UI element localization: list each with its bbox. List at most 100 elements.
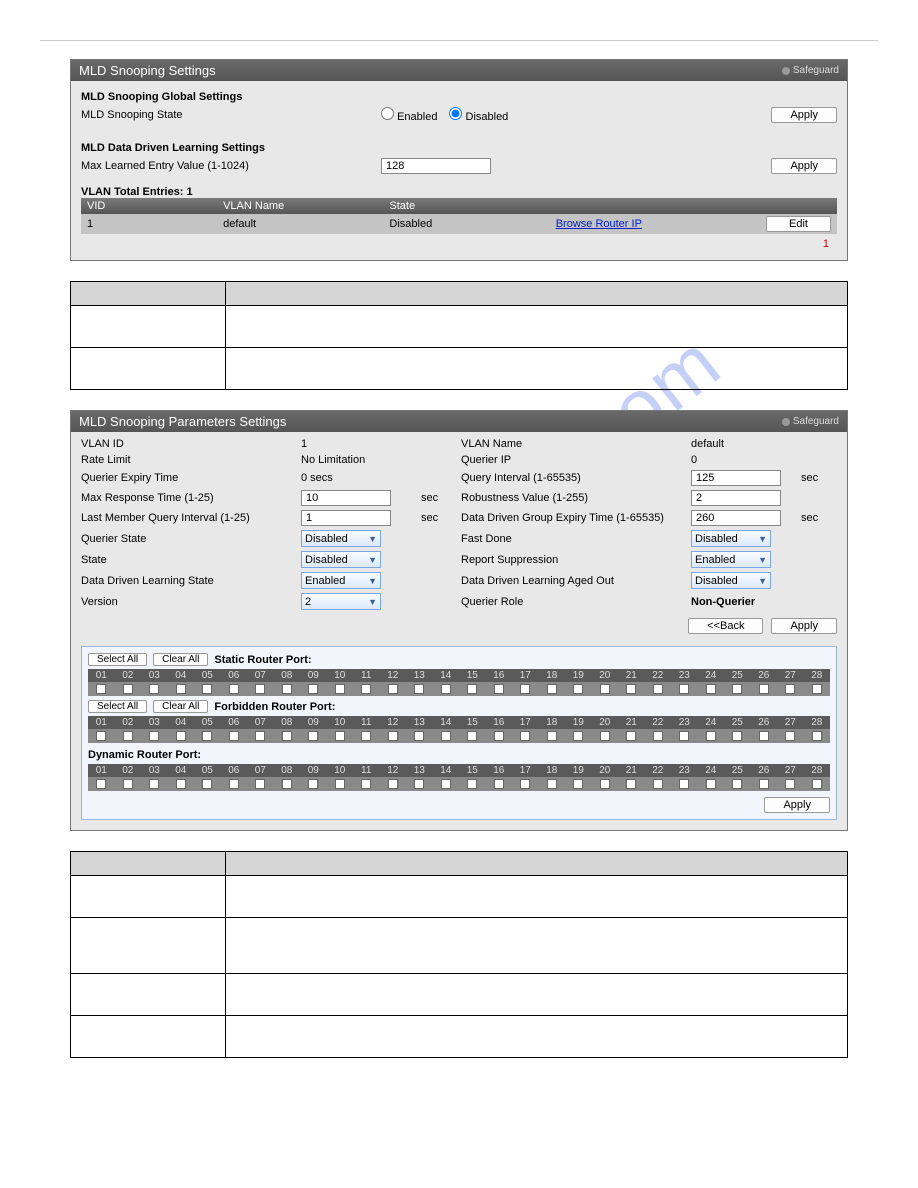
port-checkbox-12[interactable]: [388, 684, 398, 694]
browse-router-ip-link[interactable]: Browse Router IP: [556, 218, 642, 230]
port-checkbox-09[interactable]: [308, 684, 318, 694]
port-checkbox-28: [812, 779, 822, 789]
port-checkbox-03[interactable]: [149, 684, 159, 694]
edit-button[interactable]: Edit: [766, 216, 831, 232]
port-header-16: 16: [486, 716, 513, 729]
port-checkbox-18[interactable]: [547, 684, 557, 694]
port-header-03: 03: [141, 669, 168, 682]
max-response-input[interactable]: [301, 490, 391, 506]
port-checkbox-23[interactable]: [679, 684, 689, 694]
port-checkbox-28[interactable]: [812, 731, 822, 741]
enabled-radio[interactable]: [381, 107, 394, 120]
report-supp-select[interactable]: Enabled▼: [691, 551, 771, 568]
port-checkbox-15[interactable]: [467, 684, 477, 694]
last-member-input[interactable]: [301, 510, 391, 526]
port-checkbox-22[interactable]: [653, 731, 663, 741]
apply-ddl-button[interactable]: Apply: [771, 158, 837, 174]
mld-snooping-settings-panel: MLD Snooping Settings Safeguard MLD Snoo…: [70, 59, 848, 261]
chevron-down-icon: ▼: [758, 534, 767, 544]
port-header-01: 01: [88, 669, 115, 682]
port-checkbox-08[interactable]: [282, 731, 292, 741]
port-checkbox-13[interactable]: [414, 684, 424, 694]
state-select[interactable]: Disabled▼: [301, 551, 381, 568]
back-button[interactable]: <<Back: [688, 618, 763, 634]
port-checkbox-14[interactable]: [441, 684, 451, 694]
port-header-18: 18: [539, 764, 566, 777]
disabled-radio-label[interactable]: Disabled: [449, 107, 508, 123]
port-checkbox-04[interactable]: [176, 731, 186, 741]
port-checkbox-27[interactable]: [785, 731, 795, 741]
port-checkbox-25[interactable]: [732, 684, 742, 694]
port-checkbox-15[interactable]: [467, 731, 477, 741]
port-checkbox-22[interactable]: [653, 684, 663, 694]
port-checkbox-23[interactable]: [679, 731, 689, 741]
port-header-21: 21: [618, 716, 645, 729]
port-header-22: 22: [645, 716, 672, 729]
static-select-all-button[interactable]: Select All: [88, 653, 147, 666]
port-checkbox-27[interactable]: [785, 684, 795, 694]
mld-snooping-parameters-panel: MLD Snooping Parameters Settings Safegua…: [70, 410, 848, 831]
max-learned-input[interactable]: [381, 158, 491, 174]
port-checkbox-10[interactable]: [335, 731, 345, 741]
ddl-state-select[interactable]: Enabled▼: [301, 572, 381, 589]
disabled-radio[interactable]: [449, 107, 462, 120]
port-checkbox-14[interactable]: [441, 731, 451, 741]
robustness-input[interactable]: [691, 490, 781, 506]
port-checkbox-02[interactable]: [123, 684, 133, 694]
port-header-07: 07: [247, 764, 274, 777]
port-checkbox-17[interactable]: [520, 731, 530, 741]
port-checkbox-08[interactable]: [282, 684, 292, 694]
apply-ports-button[interactable]: Apply: [764, 797, 830, 813]
port-checkbox-12[interactable]: [388, 731, 398, 741]
port-checkbox-13[interactable]: [414, 731, 424, 741]
apply-params-button[interactable]: Apply: [771, 618, 837, 634]
port-checkbox-11[interactable]: [361, 731, 371, 741]
port-checkbox-02[interactable]: [123, 731, 133, 741]
port-checkbox-01[interactable]: [96, 684, 106, 694]
port-checkbox-16[interactable]: [494, 684, 504, 694]
port-checkbox-17[interactable]: [520, 684, 530, 694]
port-checkbox-26[interactable]: [759, 731, 769, 741]
forbidden-clear-all-button[interactable]: Clear All: [153, 700, 208, 713]
port-checkbox-19[interactable]: [573, 731, 583, 741]
port-checkbox-09[interactable]: [308, 731, 318, 741]
port-checkbox-19[interactable]: [573, 684, 583, 694]
port-header-14: 14: [433, 669, 460, 682]
static-clear-all-button[interactable]: Clear All: [153, 653, 208, 666]
port-checkbox-26[interactable]: [759, 684, 769, 694]
port-checkbox-03[interactable]: [149, 731, 159, 741]
port-checkbox-07[interactable]: [255, 731, 265, 741]
forbidden-select-all-button[interactable]: Select All: [88, 700, 147, 713]
port-checkbox-05[interactable]: [202, 731, 212, 741]
enabled-radio-label[interactable]: Enabled: [381, 107, 437, 123]
ddg-expiry-input[interactable]: [691, 510, 781, 526]
ddl-agedout-select[interactable]: Disabled▼: [691, 572, 771, 589]
port-checkbox-28[interactable]: [812, 684, 822, 694]
version-select[interactable]: 2▼: [301, 593, 381, 610]
port-checkbox-18[interactable]: [547, 731, 557, 741]
port-checkbox-04[interactable]: [176, 684, 186, 694]
port-checkbox-12: [388, 779, 398, 789]
port-checkbox-06[interactable]: [229, 731, 239, 741]
port-checkbox-24[interactable]: [706, 731, 716, 741]
apply-global-button[interactable]: Apply: [771, 107, 837, 123]
port-checkbox-21[interactable]: [626, 684, 636, 694]
port-checkbox-07[interactable]: [255, 684, 265, 694]
lbl-querierip: Querier IP: [461, 454, 691, 466]
port-checkbox-20[interactable]: [600, 684, 610, 694]
fast-done-select[interactable]: Disabled▼: [691, 530, 771, 547]
port-checkbox-05[interactable]: [202, 684, 212, 694]
query-interval-input[interactable]: [691, 470, 781, 486]
vlan-table: VID VLAN Name State 1 default Disabled B…: [81, 198, 837, 234]
querier-state-select[interactable]: Disabled▼: [301, 530, 381, 547]
port-checkbox-11[interactable]: [361, 684, 371, 694]
port-checkbox-25[interactable]: [732, 731, 742, 741]
port-checkbox-20[interactable]: [600, 731, 610, 741]
port-header-15: 15: [459, 716, 486, 729]
port-checkbox-10[interactable]: [335, 684, 345, 694]
port-checkbox-16[interactable]: [494, 731, 504, 741]
port-checkbox-24[interactable]: [706, 684, 716, 694]
port-checkbox-01[interactable]: [96, 731, 106, 741]
port-checkbox-21[interactable]: [626, 731, 636, 741]
port-checkbox-06[interactable]: [229, 684, 239, 694]
